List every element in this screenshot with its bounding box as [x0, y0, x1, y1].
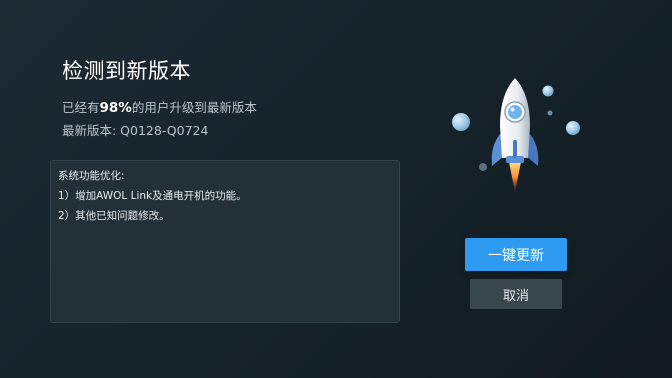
rocket-illustration	[440, 70, 600, 200]
flame-shape	[509, 162, 521, 192]
bubble-shape	[566, 121, 580, 135]
bubble-shape	[547, 110, 553, 116]
release-note-item: 1）增加AWOL Link及通电开机的功能。	[58, 190, 247, 202]
center-fin-shape	[513, 140, 517, 158]
window-shape	[508, 105, 522, 119]
bubble-shape	[542, 85, 554, 97]
dialog-title: 检测到新版本	[62, 59, 191, 83]
release-note-item: 2）其他已知问题修改。	[58, 210, 170, 222]
upgrade-stats-suffix: 的用户升级到最新版本	[131, 100, 257, 115]
cancel-button[interactable]: 取消	[470, 279, 562, 309]
bubble-shape	[452, 113, 470, 131]
rocket-icon	[452, 78, 580, 192]
latest-version: 最新版本: Q0128-Q0724	[62, 123, 209, 138]
upgrade-stats: 已经有98%的用户升级到最新版本	[62, 97, 257, 116]
release-notes-panel[interactable]: 系统功能优化: 1）增加AWOL Link及通电开机的功能。 2）其他已知问题修…	[50, 160, 400, 323]
upgrade-percent: 98%	[99, 100, 132, 116]
update-now-button[interactable]: 一键更新	[465, 238, 567, 271]
bubble-shape	[479, 163, 487, 171]
window-glare-shape	[510, 107, 515, 112]
upgrade-stats-prefix: 已经有	[62, 100, 100, 115]
release-notes-heading: 系统功能优化:	[58, 170, 125, 182]
